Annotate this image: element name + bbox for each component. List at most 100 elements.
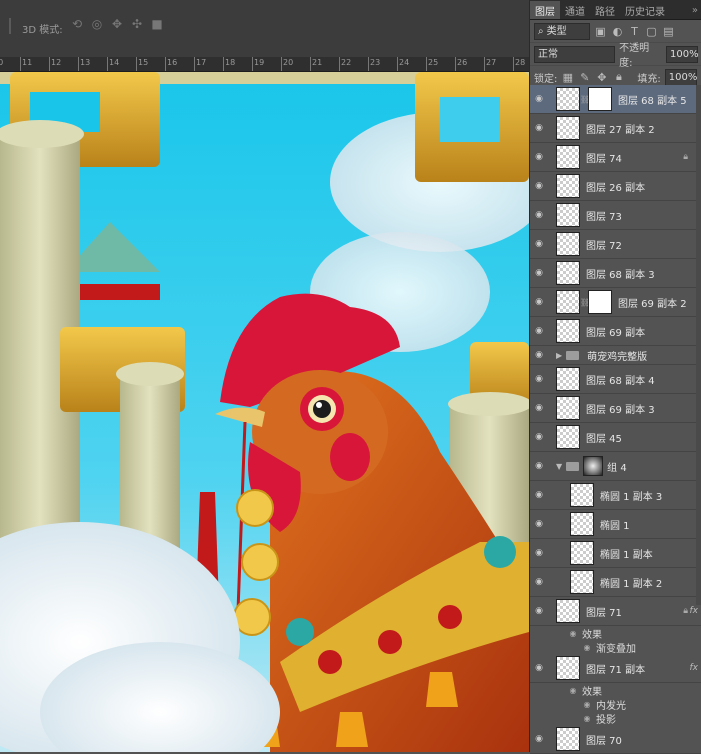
lock-transparent-icon[interactable]: ▦ bbox=[561, 71, 574, 84]
layer-row[interactable]: ◉ 图层 69 副本 bbox=[530, 317, 701, 346]
adjustment-filter-icon[interactable]: ◐ bbox=[611, 25, 624, 38]
effect-item[interactable]: ◉ 渐变叠加 bbox=[530, 640, 701, 655]
group-mask-thumbnail[interactable] bbox=[583, 456, 604, 476]
layer-thumbnail[interactable] bbox=[570, 541, 594, 565]
fill-field[interactable]: 100% bbox=[664, 68, 697, 86]
type-filter-icon[interactable]: T bbox=[628, 25, 641, 38]
layer-row[interactable]: ◉ 图层 26 副本 bbox=[530, 172, 701, 201]
document-canvas[interactable] bbox=[0, 72, 529, 752]
eye-icon[interactable]: ◉ bbox=[530, 490, 548, 500]
eye-icon[interactable]: ◉ bbox=[578, 700, 596, 709]
layer-thumbnail[interactable] bbox=[556, 232, 580, 256]
eye-icon[interactable]: ◉ bbox=[530, 239, 548, 249]
eye-icon[interactable]: ◉ bbox=[530, 577, 548, 587]
layer-row[interactable]: ◉ 椭圆 1 bbox=[530, 510, 701, 539]
layer-group[interactable]: ◉ ▼ 组 4 bbox=[530, 452, 701, 481]
image-filter-icon[interactable]: ▣ bbox=[594, 25, 607, 38]
eye-icon[interactable]: ◉ bbox=[564, 686, 582, 695]
eye-icon[interactable]: ◉ bbox=[578, 714, 596, 723]
roll-3d-icon[interactable]: ◎ bbox=[90, 17, 104, 31]
eye-icon[interactable]: ◉ bbox=[578, 643, 596, 652]
eye-icon[interactable]: ◉ bbox=[530, 403, 548, 413]
layer-row[interactable]: ◉ 图层 74 🔒︎ bbox=[530, 143, 701, 172]
eye-icon[interactable]: ◉ bbox=[530, 606, 548, 616]
layer-row[interactable]: ◉ ⛓︎ 图层 68 副本 5 bbox=[530, 85, 701, 114]
eye-icon[interactable]: ◉ bbox=[530, 734, 548, 744]
layer-row[interactable]: ◉ ⛓︎ 图层 69 副本 2 bbox=[530, 288, 701, 317]
layer-thumbnail[interactable] bbox=[556, 319, 580, 343]
chevron-down-icon[interactable]: ▼ bbox=[556, 462, 562, 471]
eye-icon[interactable]: ◉ bbox=[530, 297, 548, 307]
layer-row[interactable]: ◉ 图层 68 副本 4 bbox=[530, 365, 701, 394]
layer-mask-thumbnail[interactable] bbox=[588, 290, 612, 314]
eye-icon[interactable]: ◉ bbox=[530, 94, 548, 104]
pan-3d-icon[interactable]: ✥ bbox=[110, 17, 124, 31]
lock-pixels-icon[interactable]: ✎ bbox=[578, 71, 591, 84]
fx-icon[interactable]: fx bbox=[690, 606, 699, 616]
layers-scrollbar[interactable] bbox=[696, 85, 701, 605]
eye-icon[interactable]: ◉ bbox=[530, 326, 548, 336]
eye-icon[interactable]: ◉ bbox=[530, 268, 548, 278]
layer-thumbnail[interactable] bbox=[556, 425, 580, 449]
layer-thumbnail[interactable] bbox=[556, 656, 580, 680]
slide-3d-icon[interactable]: ✣ bbox=[130, 17, 144, 31]
tab-history[interactable]: 历史记录 bbox=[620, 1, 670, 19]
layer-thumbnail[interactable] bbox=[556, 261, 580, 285]
layer-mask-thumbnail[interactable] bbox=[588, 87, 612, 111]
opacity-field[interactable]: 100% bbox=[666, 45, 699, 63]
link-icon[interactable]: ⛓︎ bbox=[580, 298, 590, 307]
layer-row[interactable]: ◉ 椭圆 1 副本 3 bbox=[530, 481, 701, 510]
layer-row[interactable]: ◉ 图层 68 副本 3 bbox=[530, 259, 701, 288]
layer-row[interactable]: ◉ 图层 72 bbox=[530, 230, 701, 259]
layer-group[interactable]: ◉ ▶ 萌宠鸡完整版 bbox=[530, 346, 701, 365]
layer-row[interactable]: ◉ 图层 71 副本 fx bbox=[530, 654, 701, 683]
layer-row[interactable]: ◉ 图层 73 bbox=[530, 201, 701, 230]
layer-row[interactable]: ◉ 图层 27 副本 2 bbox=[530, 114, 701, 143]
layer-row[interactable]: ◉ 图层 45 bbox=[530, 423, 701, 452]
layer-thumbnail[interactable] bbox=[556, 396, 580, 420]
layer-thumbnail[interactable] bbox=[556, 87, 580, 111]
layer-thumbnail[interactable] bbox=[570, 570, 594, 594]
rotate-3d-icon[interactable]: ⟲ bbox=[70, 17, 84, 31]
eye-icon[interactable]: ◉ bbox=[530, 374, 548, 384]
layer-thumbnail[interactable] bbox=[556, 727, 580, 751]
eye-icon[interactable]: ◉ bbox=[530, 210, 548, 220]
eye-icon[interactable]: ◉ bbox=[530, 123, 548, 133]
eye-icon[interactable]: ◉ bbox=[564, 629, 582, 638]
layer-row[interactable]: ◉ 图层 71 🔒︎ fx bbox=[530, 597, 701, 626]
eye-icon[interactable]: ◉ bbox=[530, 181, 548, 191]
effects-label[interactable]: ◉ 效果 bbox=[530, 683, 701, 698]
layer-thumbnail[interactable] bbox=[556, 599, 580, 623]
layer-thumbnail[interactable] bbox=[556, 203, 580, 227]
panel-menu-icon[interactable]: » bbox=[688, 5, 701, 19]
eye-icon[interactable]: ◉ bbox=[530, 350, 548, 360]
layer-thumbnail[interactable] bbox=[556, 174, 580, 198]
link-icon[interactable]: ⛓︎ bbox=[580, 95, 590, 104]
eye-icon[interactable]: ◉ bbox=[530, 548, 548, 558]
layer-thumbnail[interactable] bbox=[556, 145, 580, 169]
layer-row[interactable]: ◉ 图层 70 bbox=[530, 725, 701, 754]
lock-all-icon[interactable]: 🔒︎ bbox=[612, 70, 625, 84]
shape-filter-icon[interactable]: ▢ bbox=[645, 25, 658, 38]
chevron-right-icon[interactable]: ▶ bbox=[556, 351, 562, 360]
filter-kind-select[interactable]: ⌕ 类型 bbox=[534, 22, 590, 40]
layer-row[interactable]: ◉ 椭圆 1 副本 2 bbox=[530, 568, 701, 597]
layer-row[interactable]: ◉ 图层 69 副本 3 bbox=[530, 394, 701, 423]
fx-icon[interactable]: fx bbox=[690, 663, 699, 673]
layer-thumbnail[interactable] bbox=[570, 512, 594, 536]
effects-label[interactable]: ◉ 效果 bbox=[530, 626, 701, 641]
layer-thumbnail[interactable] bbox=[556, 367, 580, 391]
effect-item[interactable]: ◉ 内发光 bbox=[530, 697, 701, 712]
eye-icon[interactable]: ◉ bbox=[530, 152, 548, 162]
lock-position-icon[interactable]: ✥ bbox=[595, 71, 608, 84]
tab-paths[interactable]: 路径 bbox=[590, 1, 620, 19]
layer-thumbnail[interactable] bbox=[570, 483, 594, 507]
blend-mode-select[interactable]: 正常 bbox=[534, 45, 616, 63]
tab-channels[interactable]: 通道 bbox=[560, 1, 590, 19]
effect-item[interactable]: ◉ 投影 bbox=[530, 711, 701, 726]
layer-row[interactable]: ◉ 椭圆 1 副本 bbox=[530, 539, 701, 568]
layer-thumbnail[interactable] bbox=[556, 290, 580, 314]
eye-icon[interactable]: ◉ bbox=[530, 461, 548, 471]
layer-thumbnail[interactable] bbox=[556, 116, 580, 140]
eye-icon[interactable]: ◉ bbox=[530, 432, 548, 442]
